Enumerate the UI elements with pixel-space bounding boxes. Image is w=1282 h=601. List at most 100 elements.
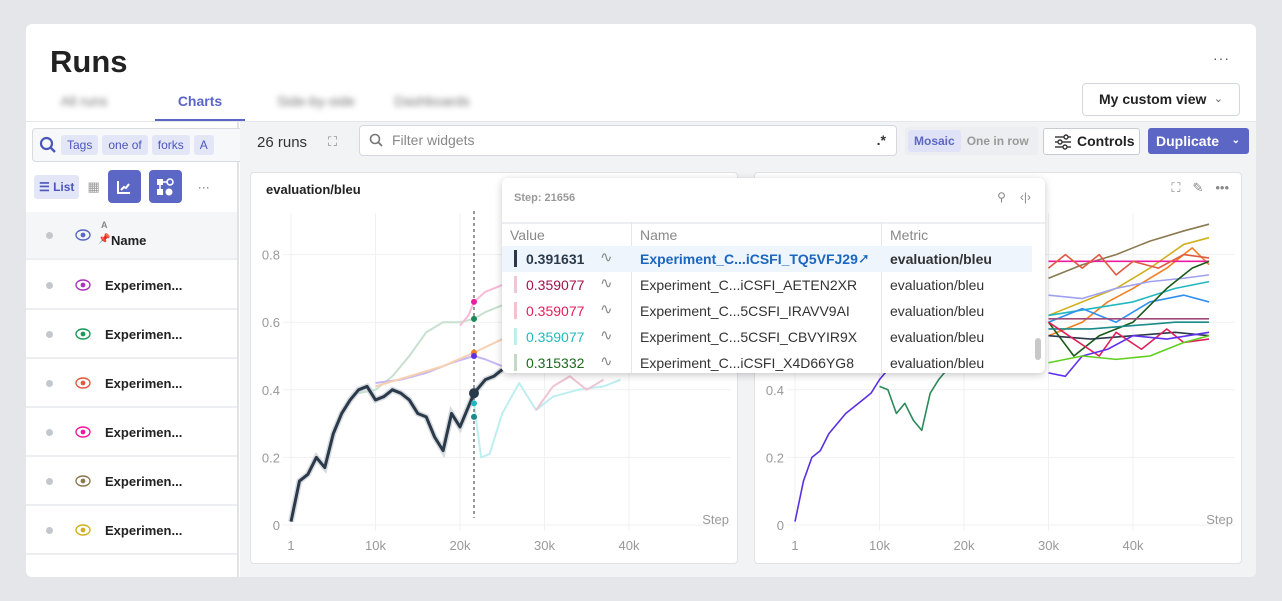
tooltip-row[interactable]: 0.359077 ∿ Experiment_C...​5CSFI_IRAVV9A… xyxy=(502,298,1032,324)
run-row[interactable]: Experimen... xyxy=(26,458,237,506)
filter-widgets-input[interactable]: Filter widgets .* xyxy=(359,125,897,156)
line-chart-icon xyxy=(117,180,131,194)
run-row[interactable]: Experimen... xyxy=(26,262,237,310)
status-dot xyxy=(46,477,53,485)
col-value: Value xyxy=(510,227,545,243)
smoothing-icon[interactable]: ∿ xyxy=(600,248,613,266)
x-tick-label: 1 xyxy=(791,538,798,553)
status-dot xyxy=(46,428,53,436)
series-line[interactable] xyxy=(535,375,605,411)
tab-bar: All runs Charts Side-by-side Dashboards xyxy=(26,84,1076,121)
smoothing-icon[interactable]: ∿ xyxy=(600,326,613,344)
custom-view-label: My custom view xyxy=(1099,91,1207,107)
filter-chip-operator[interactable]: one of xyxy=(102,135,148,155)
eye-icon[interactable] xyxy=(75,229,91,241)
resize-icon[interactable]: ‹|› xyxy=(1020,190,1031,204)
fullscreen-icon[interactable]: ⛶ xyxy=(1171,180,1180,196)
pin-icon[interactable]: 📌 xyxy=(98,234,110,245)
tab-charts[interactable]: Charts xyxy=(155,84,245,121)
series-line[interactable] xyxy=(1048,280,1210,317)
grid-view-icon[interactable]: ▦ xyxy=(87,179,99,195)
expand-icon[interactable]: ⛶ xyxy=(328,134,337,150)
x-axis-label: Step xyxy=(1206,512,1233,527)
filter-chip-tags[interactable]: Tags xyxy=(61,135,99,155)
panel-actions: ⛶ ✎ ••• xyxy=(1171,180,1229,196)
external-link-icon[interactable]: ➚ xyxy=(858,250,870,267)
series-line[interactable] xyxy=(1048,334,1210,364)
run-row[interactable]: Experimen... xyxy=(26,360,237,408)
run-row[interactable]: Experimen... xyxy=(26,409,237,457)
layout-one-in-row[interactable]: One in row xyxy=(961,130,1035,152)
smoothing-icon[interactable]: ∿ xyxy=(600,274,613,292)
eye-icon[interactable] xyxy=(75,524,91,536)
x-tick-label: 40k xyxy=(1123,538,1144,553)
value-cell: 0.359077 xyxy=(526,277,585,293)
series-line[interactable] xyxy=(1048,223,1210,280)
search-icon[interactable]: ⚲ xyxy=(997,190,1006,204)
regex-toggle[interactable]: .* xyxy=(877,126,886,155)
tooltip-row[interactable]: 0.391631 ∿ Experiment_C...​iCSFI_TQ5VFJ2… xyxy=(502,246,1032,272)
series-line[interactable] xyxy=(794,369,889,522)
runs-sidebar: Tags one of forks A ☰ List ▦ ··· A 📌 Nam… xyxy=(26,122,252,577)
tooltip-row[interactable]: 0.359077 ∿ Experiment_C...​5CSFI_CBVYIR9… xyxy=(502,324,1032,350)
layout-toggle: Mosaic One in row xyxy=(905,127,1038,155)
name-cell: Experiment_C...​iCSFI_AETEN2XR xyxy=(640,277,858,293)
run-name[interactable]: Experimen... xyxy=(105,425,182,440)
run-name[interactable]: Experimen... xyxy=(105,474,182,489)
list-view-button[interactable]: ☰ List xyxy=(34,174,80,199)
more-icon[interactable]: ••• xyxy=(1215,180,1229,196)
series-line[interactable] xyxy=(459,284,503,327)
layout-mosaic[interactable]: Mosaic xyxy=(908,130,961,152)
tooltip-row[interactable]: 0.315332 ∿ Experiment_C...​iCSFI_X4D66YG… xyxy=(502,350,1032,373)
y-tick-label: 0 xyxy=(273,518,280,533)
eye-icon[interactable] xyxy=(75,279,91,291)
eye-icon[interactable] xyxy=(75,426,91,438)
tooltip-actions: ⚲ ‹|› xyxy=(997,190,1031,204)
smoothing-icon[interactable]: ∿ xyxy=(600,300,613,318)
runs-filter-bar[interactable]: Tags one of forks A xyxy=(32,128,252,162)
name-cell[interactable]: Experiment_C...​iCSFI_TQ5VFJ29 xyxy=(640,251,880,267)
tab-all-runs[interactable]: All runs xyxy=(26,84,142,121)
chevron-down-icon[interactable]: ⌄ xyxy=(1232,128,1240,154)
controls-button[interactable]: Controls xyxy=(1043,128,1140,155)
metric-cell: evaluation/bleu xyxy=(890,277,985,293)
run-name[interactable]: Experimen... xyxy=(105,376,182,391)
col-name: Name xyxy=(640,227,678,243)
series-line[interactable] xyxy=(473,378,621,459)
x-tick-label: 30k xyxy=(1038,538,1059,553)
tooltip-row[interactable]: 0.359077 ∿ Experiment_C...​iCSFI_AETEN2X… xyxy=(502,272,1032,298)
eye-icon[interactable] xyxy=(75,328,91,340)
name-column-header[interactable]: Name xyxy=(111,223,146,248)
hover-point xyxy=(470,353,477,359)
smoothing-icon[interactable]: ∿ xyxy=(600,352,613,370)
y-tick-label: 0.2 xyxy=(262,450,280,465)
run-name[interactable]: Experimen... xyxy=(105,327,182,342)
eye-icon[interactable] xyxy=(75,475,91,487)
custom-view-dropdown[interactable]: My custom view ⌄ xyxy=(1082,83,1240,116)
series-line[interactable] xyxy=(879,369,948,432)
series-line[interactable] xyxy=(1048,321,1210,357)
run-row[interactable]: Experimen... xyxy=(26,311,237,359)
sort-indicator[interactable]: A xyxy=(101,220,108,230)
chart-view-button[interactable] xyxy=(107,170,141,203)
name-cell: Experiment_C...​5CSFI_IRAVV9AI xyxy=(640,303,850,319)
chevron-down-icon: ⌄ xyxy=(1213,93,1223,105)
tab-side-by-side[interactable]: Side-by-side xyxy=(258,84,374,121)
x-tick-label: 10k xyxy=(869,538,890,553)
page-more-button[interactable]: ··· xyxy=(1213,50,1230,66)
pencil-icon[interactable]: ✎ xyxy=(1192,180,1203,196)
run-name[interactable]: Experimen... xyxy=(105,278,182,293)
sidebar-more-button[interactable]: ··· xyxy=(198,180,210,194)
duplicate-button[interactable]: Duplicate ⌄ xyxy=(1148,128,1249,154)
graph-view-button[interactable] xyxy=(148,170,182,203)
tab-dashboards[interactable]: Dashboards xyxy=(374,84,490,121)
series-line[interactable] xyxy=(1048,253,1210,276)
hover-point xyxy=(470,315,477,322)
run-row[interactable]: Experimen... xyxy=(26,507,237,555)
filter-chip-next[interactable]: A xyxy=(193,135,214,155)
eye-icon[interactable] xyxy=(75,377,91,389)
filter-chip-value[interactable]: forks xyxy=(151,135,190,155)
tooltip-scrollbar[interactable] xyxy=(1035,338,1041,360)
tooltip-header: Value Name Metric xyxy=(502,222,1045,246)
run-name[interactable]: Experimen... xyxy=(105,523,182,538)
